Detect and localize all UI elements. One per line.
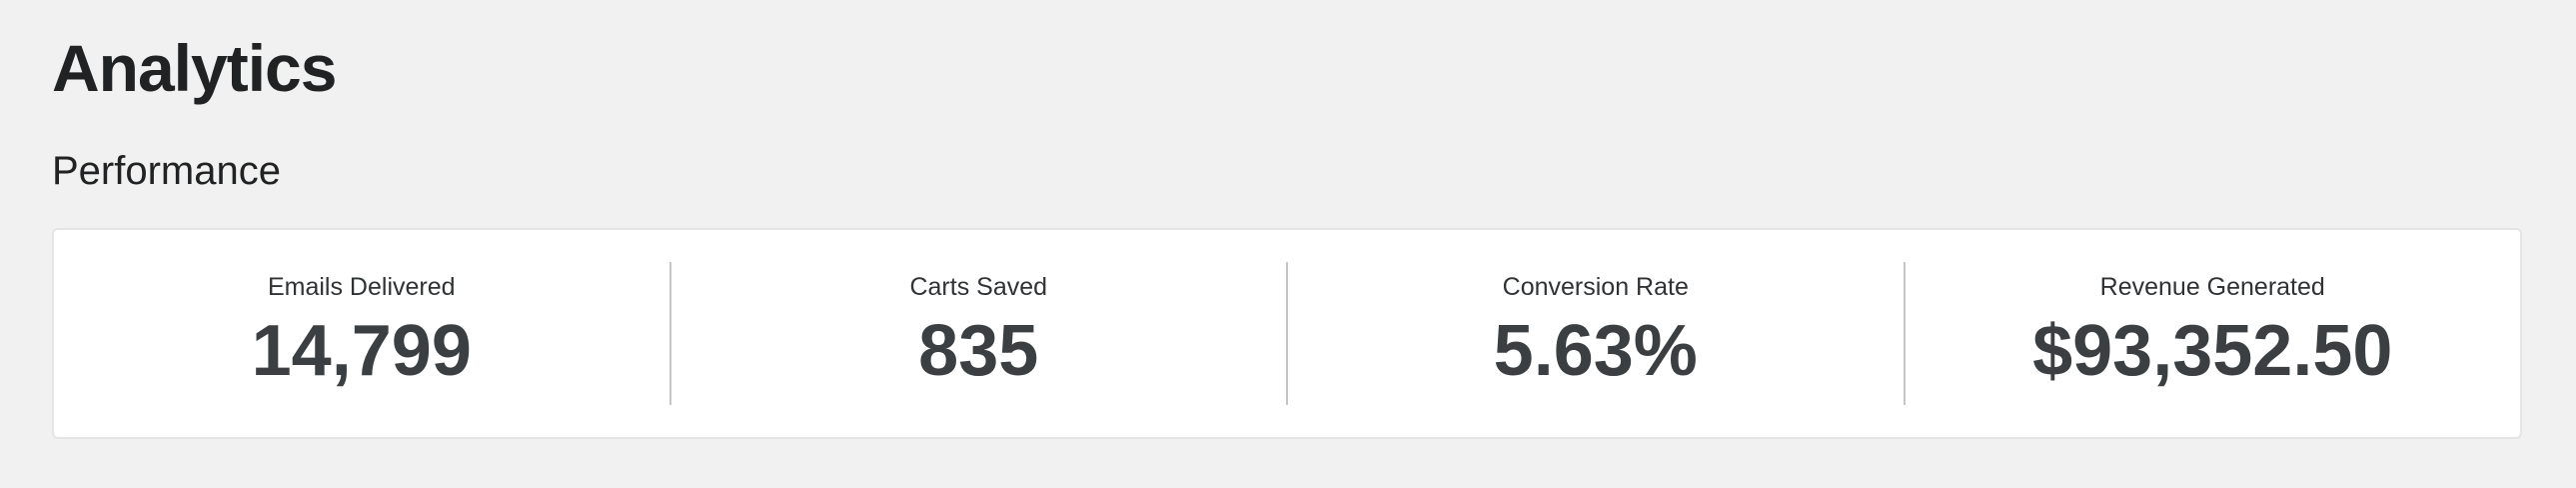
performance-section-title: Performance bbox=[52, 149, 281, 193]
page-title: Analytics bbox=[52, 31, 337, 105]
stat-emails-delivered: Emails Delivered 14,799 bbox=[54, 262, 669, 405]
stat-carts-saved: Carts Saved 835 bbox=[668, 262, 1287, 405]
stat-value: 14,799 bbox=[251, 311, 472, 391]
stat-label: Revenue Generated bbox=[2099, 273, 2325, 301]
stat-revenue-generated: Revenue Generated $93,352.50 bbox=[1903, 262, 2521, 405]
stat-label: Emails Delivered bbox=[267, 273, 456, 301]
stat-value: 835 bbox=[918, 311, 1039, 391]
performance-stats-card: Emails Delivered 14,799 Carts Saved 835 … bbox=[52, 228, 2522, 439]
stat-conversion-rate: Conversion Rate 5.63% bbox=[1286, 262, 1904, 405]
stat-value: $93,352.50 bbox=[2032, 311, 2393, 391]
stat-label: Conversion Rate bbox=[1502, 273, 1689, 301]
stat-label: Carts Saved bbox=[909, 273, 1048, 301]
stat-value: 5.63% bbox=[1493, 311, 1698, 391]
